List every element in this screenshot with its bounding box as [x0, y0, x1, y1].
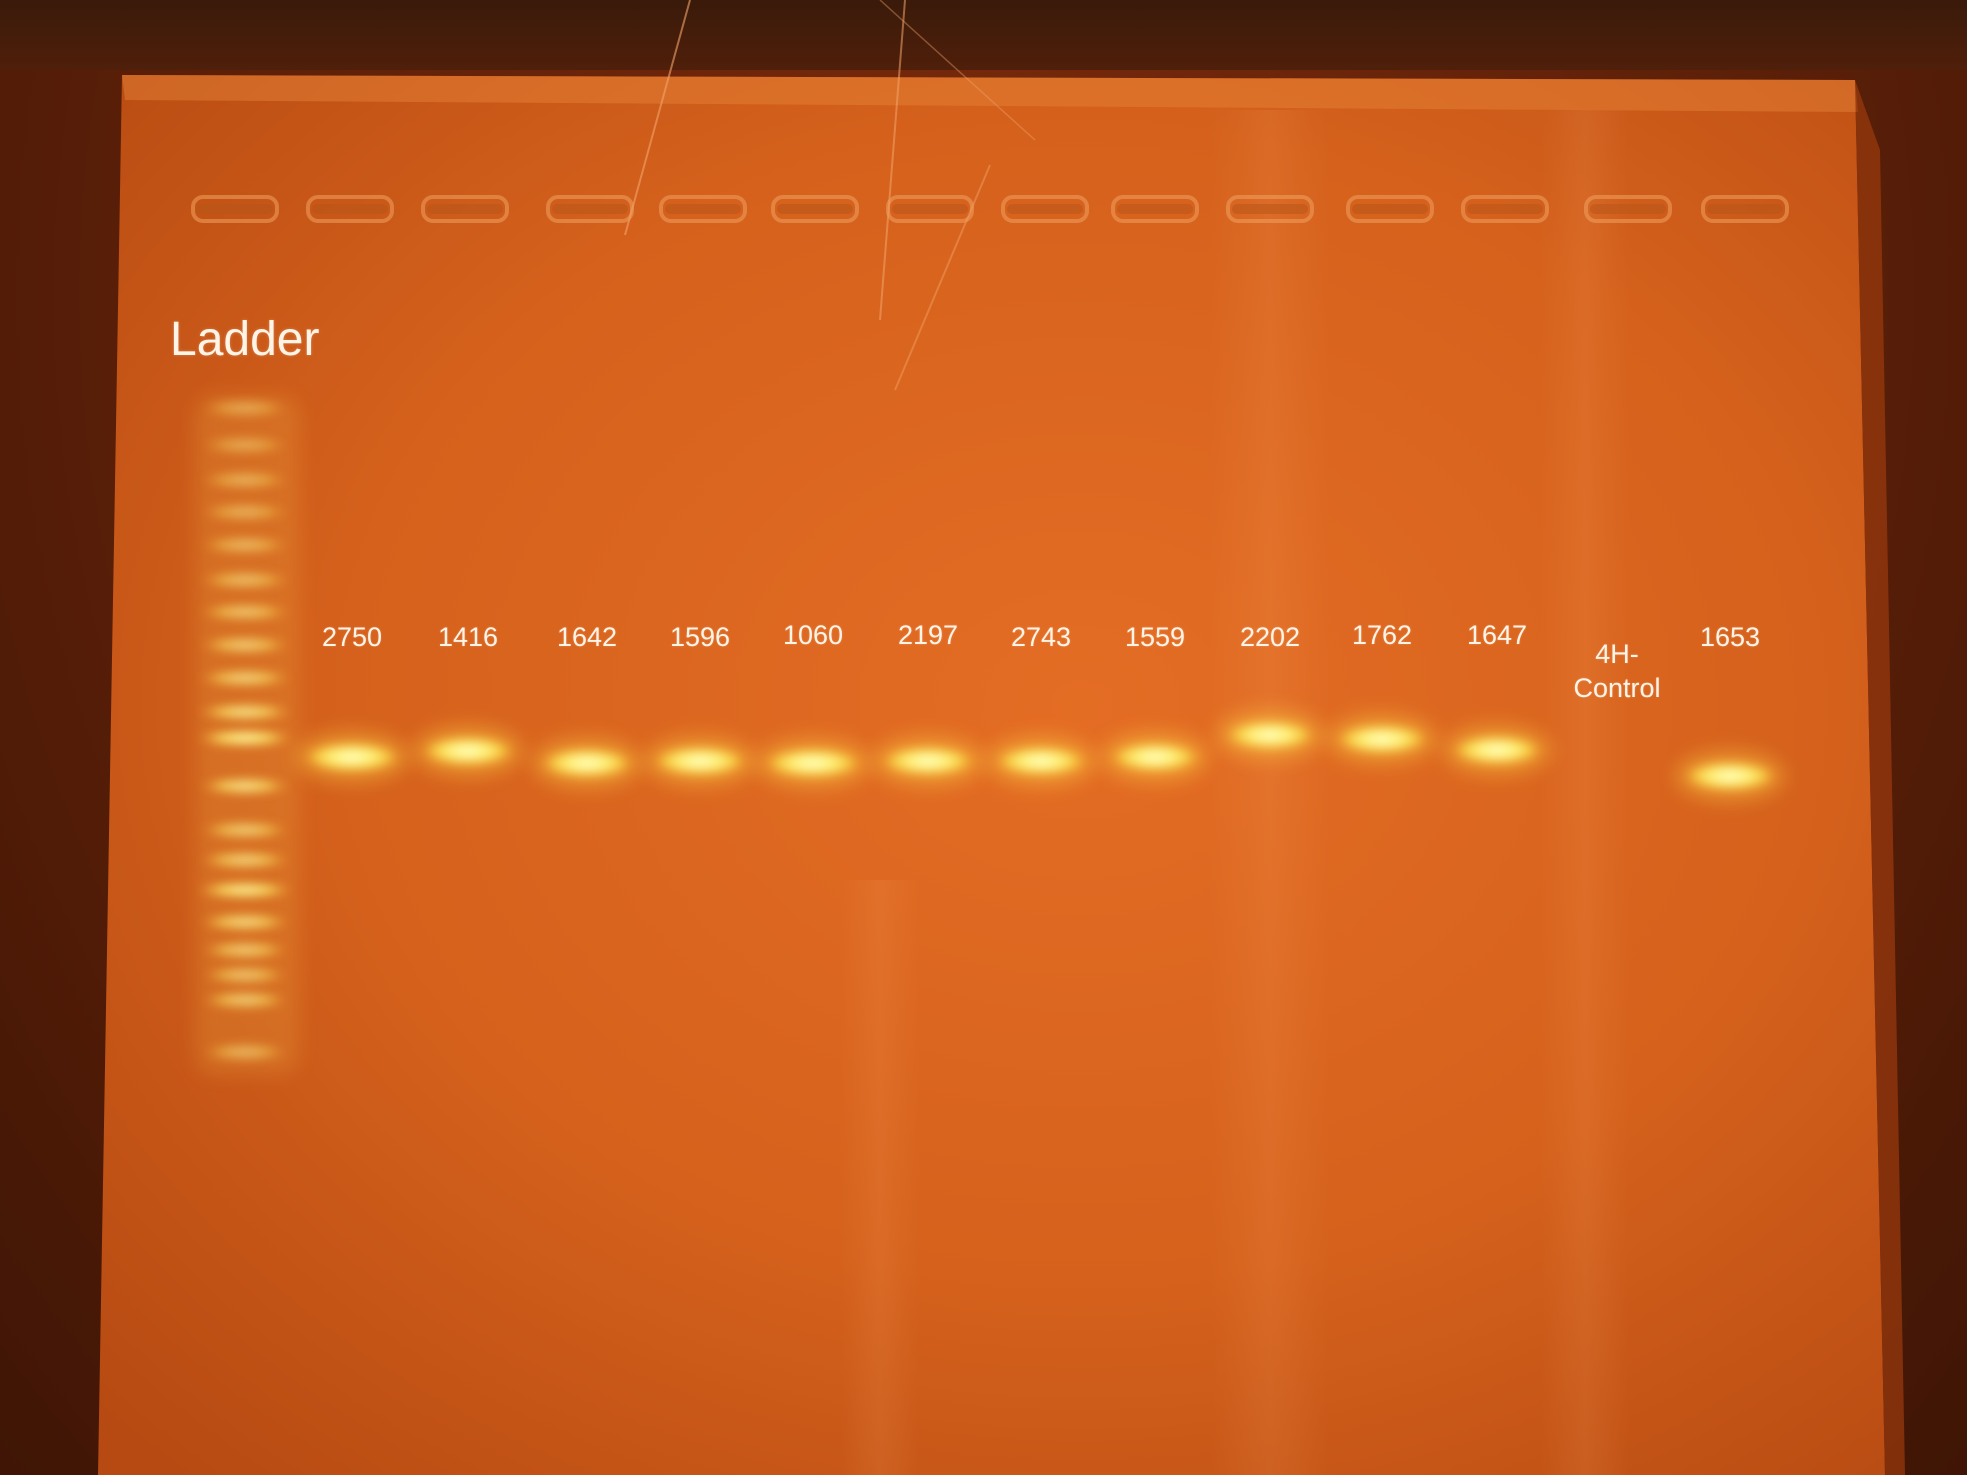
lane-label: 2750 [321, 622, 383, 652]
lane-label: 1060 [782, 620, 844, 650]
dna-band [765, 748, 861, 778]
well-shadow [1467, 204, 1543, 214]
dna-band [1111, 742, 1199, 772]
ladder-band [201, 991, 289, 1009]
well-shadow [1232, 204, 1308, 214]
ladder-band [201, 399, 289, 417]
lane-label: 1642 [556, 622, 618, 652]
gel-streak [1210, 110, 1330, 1475]
gel-image: Ladder 2750 1416 1642 1596 1060 2197 2743 1559 2… [0, 0, 1967, 1475]
ladder-band [199, 913, 291, 931]
well-shadow [1117, 204, 1193, 214]
dna-band [996, 746, 1086, 776]
ladder-band [202, 966, 288, 984]
dna-band [654, 746, 746, 776]
well-shadow [1007, 204, 1083, 214]
dna-band [542, 748, 632, 778]
well-shadow [777, 204, 853, 214]
lane-label: 1416 [437, 622, 499, 652]
well-shadow [665, 204, 741, 214]
dna-band [1685, 761, 1775, 791]
lane-label-line2: Control [1573, 673, 1661, 703]
dna-band [1337, 724, 1427, 754]
lane-label: 1596 [669, 622, 731, 652]
ladder-band [200, 471, 290, 489]
ladder-band [196, 881, 294, 899]
well-shadow [892, 204, 968, 214]
dna-band [423, 736, 513, 766]
ladder-band [199, 851, 291, 869]
well-shadow [1352, 204, 1428, 214]
gel-drawing [98, 0, 1905, 1475]
well-shadow [427, 204, 503, 214]
well-shadow [1707, 204, 1783, 214]
ladder-band [202, 1043, 288, 1061]
ladder-band [199, 571, 291, 589]
lane-label: 2197 [897, 620, 959, 650]
lane-label: 2743 [1010, 622, 1072, 652]
lane-label-control: 4H- Control [1557, 637, 1677, 705]
ladder-band [197, 703, 293, 721]
lane-label: 1653 [1699, 622, 1761, 652]
well-shadow [1590, 204, 1666, 214]
lane-label: 1647 [1466, 620, 1528, 650]
dna-band [1453, 735, 1541, 765]
ladder-band [196, 729, 294, 747]
ladder-lane [195, 395, 300, 1075]
ladder-band [198, 669, 292, 687]
lane-label: 1559 [1124, 622, 1186, 652]
gel-streak [1540, 110, 1630, 1475]
well-shadow [312, 204, 388, 214]
gel-streak [840, 880, 920, 1475]
well-shadow [552, 204, 628, 214]
dna-band [882, 746, 974, 776]
ladder-band [199, 777, 291, 795]
ladder-band [199, 603, 291, 621]
ladder-band [200, 536, 290, 554]
lane-label: 1762 [1351, 620, 1413, 650]
lane-label-line1: 4H- [1595, 639, 1639, 669]
well-shadow [197, 204, 273, 214]
ladder-band [200, 821, 290, 839]
ladder-band [201, 941, 289, 959]
agarose-gel: Ladder 2750 1416 1642 1596 1060 2197 2743 1559 2… [0, 0, 1967, 1475]
ladder-band [201, 436, 289, 454]
dna-band [1226, 720, 1314, 750]
ladder-band [199, 636, 291, 654]
lane-label: 2202 [1239, 622, 1301, 652]
ladder-label: Ladder [170, 313, 320, 366]
ladder-band [200, 503, 290, 521]
dna-band [305, 742, 399, 772]
